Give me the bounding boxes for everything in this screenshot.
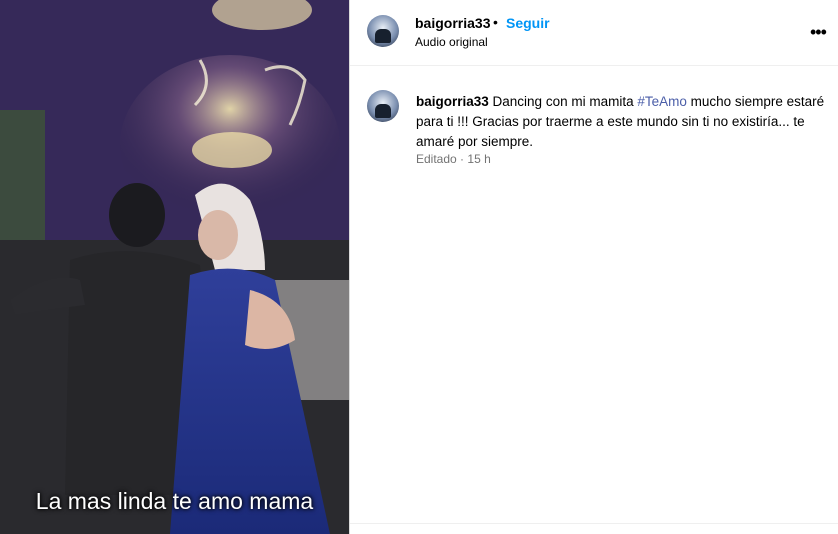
comment-avatar[interactable] bbox=[367, 90, 399, 122]
post-meta: Editado · 15 h bbox=[416, 152, 491, 166]
avatar[interactable] bbox=[367, 15, 399, 47]
more-options-icon[interactable]: ••• bbox=[810, 22, 827, 43]
caption-username[interactable]: baigorria33 bbox=[416, 94, 489, 109]
divider bbox=[350, 523, 838, 524]
post-header: baigorria33 • Seguir Audio original ••• bbox=[350, 0, 838, 66]
edited-label: Editado bbox=[416, 152, 457, 166]
post-caption: baigorria33 Dancing con mi mamita #TeAmo… bbox=[416, 92, 826, 152]
post-video[interactable]: La mas linda te amo mama bbox=[0, 0, 349, 534]
video-caption: La mas linda te amo mama bbox=[35, 488, 314, 514]
header-separator: • bbox=[493, 14, 498, 30]
audio-link[interactable]: Audio original bbox=[415, 35, 488, 49]
video-frame bbox=[0, 0, 349, 534]
caption-text-start: Dancing con mi mamita bbox=[488, 94, 638, 109]
follow-button[interactable]: Seguir bbox=[506, 15, 550, 31]
post-side-panel: baigorria33 • Seguir Audio original ••• … bbox=[349, 0, 838, 534]
hashtag-link[interactable]: #TeAmo bbox=[637, 94, 687, 109]
post-time[interactable]: 15 h bbox=[467, 152, 490, 166]
header-username[interactable]: baigorria33 bbox=[415, 15, 490, 31]
meta-separator: · bbox=[460, 152, 465, 166]
